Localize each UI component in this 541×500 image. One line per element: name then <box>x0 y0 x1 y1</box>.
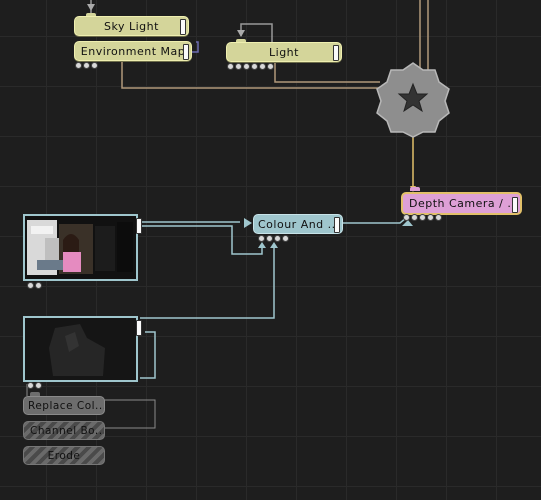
node-output-cap[interactable] <box>183 44 189 60</box>
wire-colour-to-camera <box>343 217 407 224</box>
port-icon[interactable] <box>419 214 426 221</box>
sky-light-label: Sky Light <box>104 19 159 33</box>
video-feed-ports <box>27 282 42 289</box>
port-icon[interactable] <box>411 214 418 221</box>
port-icon[interactable] <box>35 282 42 289</box>
port-icon[interactable] <box>258 235 265 242</box>
port-icon[interactable] <box>227 63 234 70</box>
colour-and-label: Colour And ... <box>258 217 340 231</box>
port-icon[interactable] <box>83 62 90 69</box>
channel-bo-label: Channel Bo... <box>30 424 105 437</box>
port-icon[interactable] <box>435 214 442 221</box>
port-icon[interactable] <box>282 235 289 242</box>
replace-colour-label: Replace Col... <box>28 399 105 412</box>
port-icon[interactable] <box>235 63 242 70</box>
depth-preview-image <box>25 318 136 380</box>
node-output-cap[interactable] <box>512 197 518 213</box>
erode-node[interactable]: Erode <box>23 446 105 465</box>
port-icon[interactable] <box>267 63 274 70</box>
node-output-cap[interactable] <box>333 45 339 61</box>
sky-light-node[interactable]: Sky Light <box>74 16 189 36</box>
node-output-cap[interactable] <box>136 320 142 336</box>
node-output-cap[interactable] <box>136 218 142 234</box>
depth-feed-ports <box>27 382 42 389</box>
erode-label: Erode <box>47 449 81 462</box>
colour-and-node[interactable]: Colour And ... <box>253 214 343 234</box>
node-output-cap[interactable] <box>180 19 186 35</box>
wire-depth-to-colour <box>140 244 275 319</box>
colour-and-ports <box>258 235 289 242</box>
port-icon[interactable] <box>243 63 250 70</box>
port-icon[interactable] <box>27 282 34 289</box>
depth-feed-node[interactable] <box>23 316 142 382</box>
light-node[interactable]: Light <box>226 42 342 62</box>
port-icon[interactable] <box>91 62 98 69</box>
depth-camera-label: Depth Camera / ... <box>409 197 520 210</box>
port-icon[interactable] <box>274 235 281 242</box>
depth-camera-ports <box>403 214 442 221</box>
environment-map-label: Environment Map <box>80 44 186 58</box>
light-ports <box>227 63 274 70</box>
port-icon[interactable] <box>75 62 82 69</box>
port-icon[interactable] <box>251 63 258 70</box>
environment-map-node[interactable]: Environment Map <box>74 41 192 61</box>
depth-camera-node[interactable]: Depth Camera / ... <box>401 192 522 215</box>
video-feed-node[interactable] <box>23 214 142 281</box>
port-icon[interactable] <box>27 382 34 389</box>
node-output-cap[interactable] <box>334 217 340 233</box>
port-icon[interactable] <box>403 214 410 221</box>
port-icon[interactable] <box>259 63 266 70</box>
gear-icon[interactable] <box>374 60 452 138</box>
port-icon[interactable] <box>35 382 42 389</box>
environment-map-ports <box>75 62 98 69</box>
light-label: Light <box>269 45 299 59</box>
port-icon[interactable] <box>266 235 273 242</box>
channel-bo-node[interactable]: Channel Bo... <box>23 421 105 440</box>
replace-colour-node[interactable]: Replace Col... <box>23 396 105 415</box>
video-preview-image <box>25 216 136 279</box>
port-icon[interactable] <box>427 214 434 221</box>
